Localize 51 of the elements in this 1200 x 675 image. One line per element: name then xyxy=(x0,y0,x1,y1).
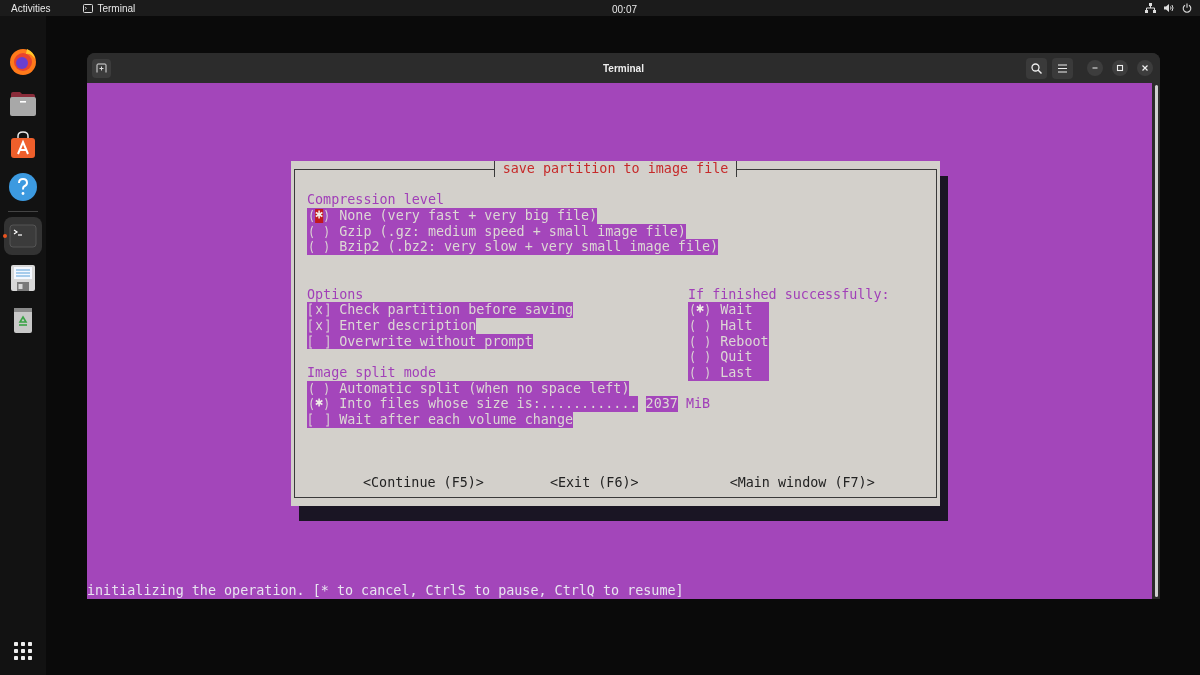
dialog-button[interactable]: <Exit (F6)> xyxy=(549,474,639,491)
activities-button[interactable]: Activities xyxy=(11,0,51,16)
section-label: If finished successfully: xyxy=(688,286,890,303)
dialog-button[interactable]: <Continue (F5)> xyxy=(363,474,484,491)
app-grid-icon[interactable] xyxy=(14,642,32,660)
close-icon xyxy=(1140,63,1150,73)
volume-icon[interactable] xyxy=(1164,3,1174,13)
running-indicator xyxy=(3,234,7,238)
terminal-icon xyxy=(8,221,38,251)
search-button[interactable] xyxy=(1026,57,1047,79)
new-tab-button[interactable] xyxy=(92,58,111,78)
size-input-field[interactable]: 2037 xyxy=(645,396,678,413)
radio-option[interactable]: Into files whose size is:............ xyxy=(307,396,638,413)
status-line: initializing the operation. [* to cancel, CtrlS to pause, CtrlQ to resume] xyxy=(87,583,685,599)
checkbox[interactable] xyxy=(307,333,332,350)
checkbox-option[interactable]: Check partition before saving xyxy=(307,302,574,318)
maximize-icon xyxy=(1115,63,1125,73)
section-label: Image split mode xyxy=(307,364,436,381)
radio-option[interactable]: None (very fast + very big file) xyxy=(307,208,598,224)
checkbox-option[interactable]: Overwrite without prompt xyxy=(307,333,533,350)
app-menu[interactable]: Terminal xyxy=(83,0,136,16)
radio-option[interactable]: Wait xyxy=(688,302,769,318)
power-icon[interactable] xyxy=(1182,3,1192,13)
menu-icon xyxy=(1057,63,1068,73)
scrollbar[interactable] xyxy=(1154,85,1158,597)
checkbox-option[interactable]: Wait after each volume change xyxy=(307,412,574,428)
help-icon xyxy=(8,172,38,202)
radio-option[interactable]: Gzip (.gz: medium speed + small image file) xyxy=(307,223,686,240)
maximize-button[interactable] xyxy=(1112,60,1128,76)
window-title: Terminal xyxy=(603,62,644,76)
radio-option[interactable]: Quit xyxy=(688,349,769,365)
shopping-bag-icon xyxy=(8,130,38,160)
dialog-title: save partition to image file xyxy=(493,161,738,177)
dialog-button[interactable]: <Main window (F7)> xyxy=(729,474,875,491)
section-label: Compression level xyxy=(307,192,445,209)
minimize-button[interactable] xyxy=(1087,60,1103,76)
menu-button[interactable] xyxy=(1052,57,1073,79)
radio-option[interactable]: Automatic split (when no space left) xyxy=(307,380,630,397)
terminal-icon xyxy=(83,3,94,13)
search-icon xyxy=(1031,62,1042,74)
network-icon[interactable] xyxy=(1145,3,1156,13)
checkbox[interactable] xyxy=(307,412,332,428)
close-button[interactable] xyxy=(1137,60,1153,76)
checkbox[interactable] xyxy=(307,317,332,334)
section-label: Options xyxy=(307,286,364,303)
browser-icon xyxy=(8,46,38,76)
new-tab-icon xyxy=(96,63,107,73)
checkbox[interactable] xyxy=(307,302,332,318)
radio-option[interactable]: Bzip2 (.bz2: very slow + very small image file) xyxy=(307,239,719,256)
unit-label: MiB xyxy=(685,396,711,413)
clock[interactable]: 00:07 xyxy=(612,2,638,17)
